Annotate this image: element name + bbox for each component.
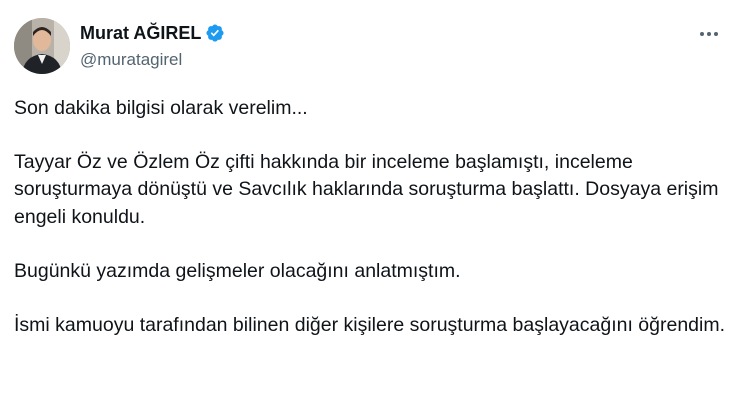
author-block: Murat AĞIREL @muratagirel [80,22,225,70]
avatar[interactable] [14,18,70,74]
dot [700,32,704,36]
verified-badge-icon [205,23,225,43]
name-row: Murat AĞIREL [80,22,225,44]
tweet-header: Murat AĞIREL @muratagirel [14,18,736,74]
tweet-paragraph: Bugünkü yazımda gelişmeler olacağını anl… [14,259,461,282]
dot [714,32,718,36]
tweet-paragraph: Son dakika bilgisi olarak verelim... [14,97,308,119]
display-name[interactable]: Murat AĞIREL [80,23,201,44]
tweet-card: Murat AĞIREL @muratagirel Son dakika bil… [0,0,750,412]
dot [707,32,711,36]
tweet-paragraph: İsmi kamuoyu tarafından bilinen diğer ki… [14,314,726,337]
author-handle[interactable]: @muratagirel [80,50,225,70]
more-options-icon[interactable] [696,24,722,44]
tweet-paragraph: Tayyar Öz ve Özlem Öz çifti hakkında bir… [14,151,719,228]
tweet-text: Son dakika bilgisi olarak verelim... Tay… [14,95,736,366]
avatar-portrait-icon [14,18,70,74]
